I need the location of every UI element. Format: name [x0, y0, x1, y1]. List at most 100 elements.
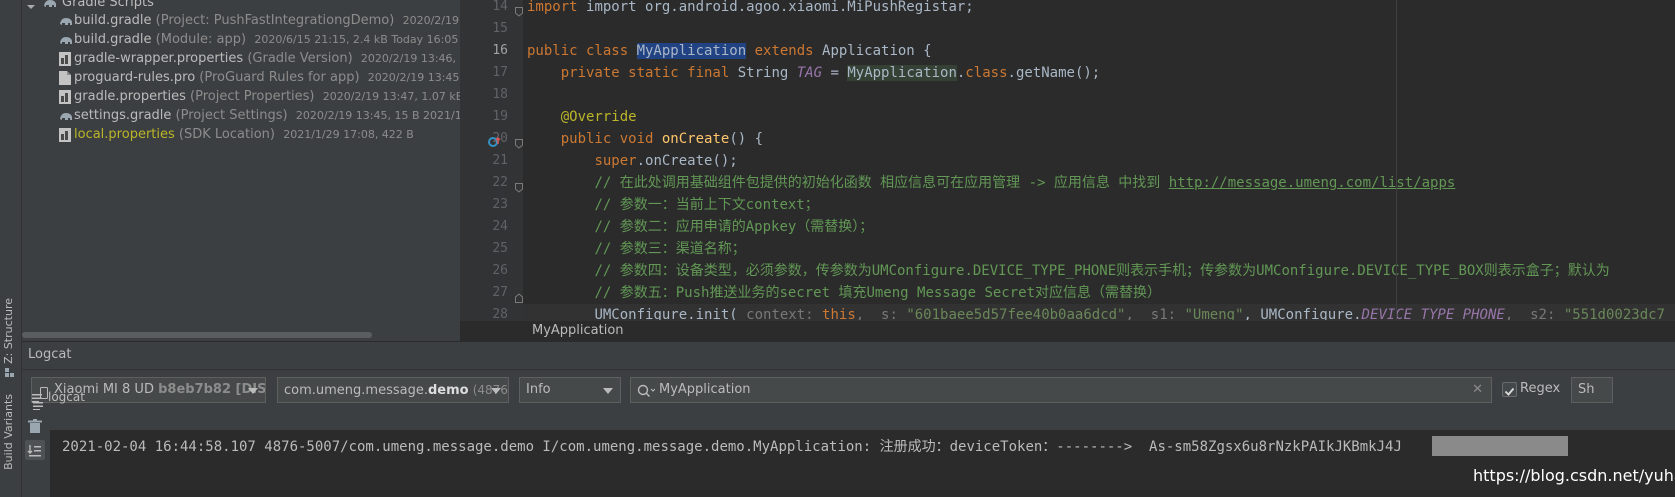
file-icon — [59, 71, 73, 85]
code-line: // 参数三：渠道名称； — [594, 241, 746, 257]
log-level-dropdown[interactable]: Info — [519, 377, 621, 403]
code-line: // 参数四：设备类型，必须参数，传参数为UMConfigure.DEVICE_… — [594, 263, 1610, 279]
fold-icon[interactable] — [515, 134, 523, 153]
tree-item-meta: (Project Properties) — [190, 89, 315, 104]
code-line: import import org.android.agoo.xiaomi.Mi… — [527, 0, 974, 15]
structure-icon — [5, 363, 15, 377]
gradle-icon — [58, 109, 72, 123]
line-number: 17 — [492, 65, 508, 80]
tree-horizontal-scrollbar[interactable] — [22, 332, 372, 338]
logcat-side-toolbar — [22, 410, 50, 497]
line-number: 18 — [492, 87, 508, 102]
line-number: 25 — [492, 241, 508, 256]
left-tool-strip: Z: Structure Build Variants — [0, 0, 22, 497]
fold-icon[interactable] — [515, 178, 523, 197]
tree-item-date: 2020/2/19 13:47, — [402, 14, 460, 27]
log-line: 2021-02-04 16:44:58.107 4876-5007/com.um… — [62, 439, 1402, 455]
tree-item-name: proguard-rules.pro — [74, 70, 196, 85]
right-margin-guide — [1396, 0, 1397, 320]
logcat-search-input[interactable]: MyApplication ✕ — [630, 377, 1492, 403]
logcat-tab-label[interactable]: logcat — [48, 390, 85, 404]
breadcrumb-item[interactable]: MyApplication — [532, 323, 624, 338]
umeng-apps-link[interactable]: http://message.umeng.com/list/apps — [1169, 175, 1456, 191]
editor-gutter: 14 15 16 17 18 19 20 21 22 23 24 25 26 2… — [460, 0, 523, 322]
code-line: public class MyApplication extends Appli… — [527, 43, 932, 59]
gradle-icon — [58, 33, 72, 47]
chevron-down-icon — [248, 388, 258, 394]
gradle-icon — [42, 0, 58, 17]
watermark: https://blog.csdn.net/yuhang01 — [1473, 466, 1675, 485]
line-number: 16 — [492, 43, 508, 58]
clear-search-icon[interactable]: ✕ — [1472, 378, 1483, 402]
code-line: UMConfigure.init( context: this, s: "601… — [523, 304, 1675, 320]
properties-icon — [59, 128, 73, 142]
tree-item-date: 2021/1/29 17:08, 422 B — [283, 128, 414, 141]
code-line: // 参数二：应用申请的Appkey（需替换）； — [594, 219, 874, 235]
show-label: Sh — [1578, 382, 1595, 397]
code-line: super.onCreate(); — [594, 153, 738, 169]
override-marker-icon[interactable] — [488, 133, 502, 152]
code-editor[interactable]: import import org.android.agoo.xiaomi.Mi… — [523, 0, 1675, 320]
code-line: // 参数五：Push推送业务的secret 填充Umeng Message S… — [594, 285, 1162, 301]
properties-icon — [59, 52, 73, 66]
code-line: public void onCreate() { — [560, 131, 764, 147]
process-dropdown[interactable]: com.umeng.message.demo (4876) — [277, 377, 509, 403]
redaction-blur — [1432, 436, 1568, 456]
tree-item-name: local.properties — [74, 127, 175, 142]
chevron-down-icon — [26, 0, 36, 19]
line-number: 23 — [492, 197, 508, 212]
tree-item-name: build.gradle — [74, 32, 152, 47]
tree-item-meta: (ProGuard Rules for app) — [199, 70, 360, 85]
process-name-bold: demo — [427, 383, 469, 398]
code-line: @Override — [560, 109, 637, 125]
regex-label: Regex — [1520, 381, 1561, 396]
logcat-title: Logcat — [28, 347, 72, 362]
tree-item-date: 2020/2/19 13:46, 232 B — [360, 52, 460, 65]
line-number: 15 — [492, 21, 508, 36]
properties-icon — [59, 90, 73, 104]
line-number: 24 — [492, 219, 508, 234]
line-number: 27 — [492, 285, 508, 300]
tree-item-date: 2020/2/19 13:47, 1.07 kB 2021, — [322, 90, 460, 103]
tree-item-name: settings.gradle — [74, 108, 172, 123]
logcat-output[interactable]: 2021-02-04 16:44:58.107 4876-5007/com.um… — [50, 430, 1675, 497]
selected-class-name: MyApplication — [636, 43, 747, 59]
log-level-value: Info — [526, 382, 551, 397]
editor-breadcrumb: MyApplication — [460, 320, 1675, 343]
fold-icon[interactable] — [515, 2, 523, 21]
line-number: 22 — [492, 175, 508, 190]
structure-tool-tab[interactable]: Z: Structure — [2, 298, 15, 364]
tree-item-meta: (Project Settings) — [175, 108, 288, 123]
build-variants-tool-tab[interactable]: Build Variants — [2, 394, 15, 470]
line-number: 26 — [492, 263, 508, 278]
tree-item-date: 2020/6/15 21:15, 2.4 kB Today 16:05 — [254, 33, 459, 46]
line-number: 14 — [492, 0, 508, 14]
divider — [22, 369, 1675, 370]
regex-checkbox[interactable] — [1502, 382, 1517, 397]
chevron-down-icon — [491, 388, 501, 394]
tree-item-name: build.gradle — [74, 13, 152, 28]
tree-item-date: 2020/2/19 13:45, 751 — [367, 71, 460, 84]
gradle-icon — [58, 14, 72, 28]
line-number: 19 — [492, 109, 508, 124]
show-only-selected-dropdown[interactable]: Sh — [1571, 377, 1613, 403]
tree-item-meta: (Gradle Version) — [247, 51, 353, 66]
code-line: private static final String TAG = MyAppl… — [560, 65, 1101, 81]
project-tree: Gradle Scripts build.gradle (Project: Pu… — [22, 0, 460, 341]
line-number: 21 — [492, 153, 508, 168]
chevron-down-icon — [603, 388, 613, 394]
search-icon — [637, 383, 656, 402]
search-value: MyApplication — [659, 382, 751, 397]
code-line: // 参数一：当前上下文context； — [594, 197, 819, 213]
trash-icon[interactable] — [28, 418, 42, 437]
tree-item-name: gradle.properties — [74, 89, 186, 104]
scroll-to-end-icon[interactable] — [25, 440, 45, 460]
tree-item-name: gradle-wrapper.properties — [74, 51, 244, 66]
tree-item-meta: (SDK Location) — [178, 127, 275, 142]
code-line: // 在此处调用基础组件包提供的初始化函数 相应信息可在应用管理 -> 应用信息… — [594, 175, 1456, 191]
fold-icon[interactable] — [515, 288, 523, 307]
tree-item-meta: (Module: app) — [155, 32, 247, 47]
tree-item-date: 2020/2/19 13:45, 15 B 2021/1/29 20: — [295, 109, 460, 122]
tree-item-meta: (Project: PushFastIntegrationgDemo) — [155, 13, 395, 28]
